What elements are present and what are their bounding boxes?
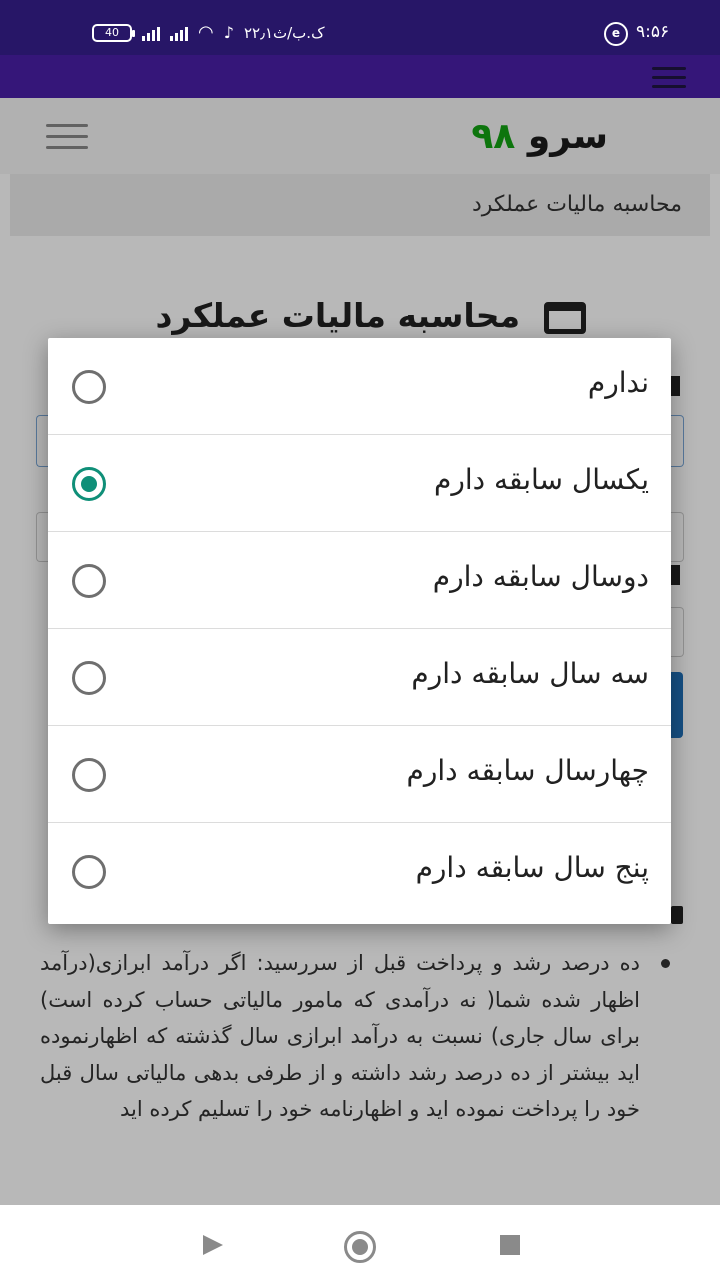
nav-back-icon[interactable] xyxy=(203,1235,223,1255)
option-label: سه سال سابقه دارم xyxy=(411,657,649,690)
nav-home-icon[interactable] xyxy=(344,1231,376,1263)
option-one-year[interactable]: یکسال سابقه دارم xyxy=(48,435,671,532)
option-none[interactable]: ندارم xyxy=(48,338,671,435)
radio-unchecked-icon[interactable] xyxy=(72,370,106,404)
radio-unchecked-icon[interactable] xyxy=(72,564,106,598)
status-bar: 40 ◠ ♪ ۲۲٫۱ک.ب/ث e ۹:۵۶ xyxy=(0,0,720,55)
nav-recents-icon[interactable] xyxy=(500,1235,520,1255)
option-five-years[interactable]: پنج سال سابقه دارم xyxy=(48,823,671,920)
radio-unchecked-icon[interactable] xyxy=(72,758,106,792)
option-three-years[interactable]: سه سال سابقه دارم xyxy=(48,629,671,726)
app-notification-icon: e xyxy=(604,22,628,46)
signal-icon-2 xyxy=(170,25,188,41)
battery-icon: 40 xyxy=(92,23,135,42)
mute-bell-icon: ♪ xyxy=(223,23,234,42)
status-time: ۹:۵۶ xyxy=(636,22,670,42)
radio-unchecked-icon[interactable] xyxy=(72,661,106,695)
option-label: چهارسال سابقه دارم xyxy=(406,754,649,787)
system-nav-bar xyxy=(0,1205,720,1280)
option-two-years[interactable]: دوسال سابقه دارم xyxy=(48,532,671,629)
signal-icon xyxy=(142,25,160,41)
option-label: ندارم xyxy=(587,366,649,399)
status-left-cluster: 40 ◠ ♪ ۲۲٫۱ک.ب/ث xyxy=(92,22,325,43)
option-label: یکسال سابقه دارم xyxy=(434,463,649,496)
network-speed: ۲۲٫۱ک.ب/ث xyxy=(243,23,325,42)
wifi-icon: ◠ xyxy=(198,22,214,43)
radio-checked-icon[interactable] xyxy=(72,467,106,501)
option-label: دوسال سابقه دارم xyxy=(432,560,649,593)
history-select-dialog: ندارم یکسال سابقه دارم دوسال سابقه دارم … xyxy=(48,338,671,924)
radio-unchecked-icon[interactable] xyxy=(72,855,106,889)
option-label: پنج سال سابقه دارم xyxy=(415,851,649,884)
option-four-years[interactable]: چهارسال سابقه دارم xyxy=(48,726,671,823)
